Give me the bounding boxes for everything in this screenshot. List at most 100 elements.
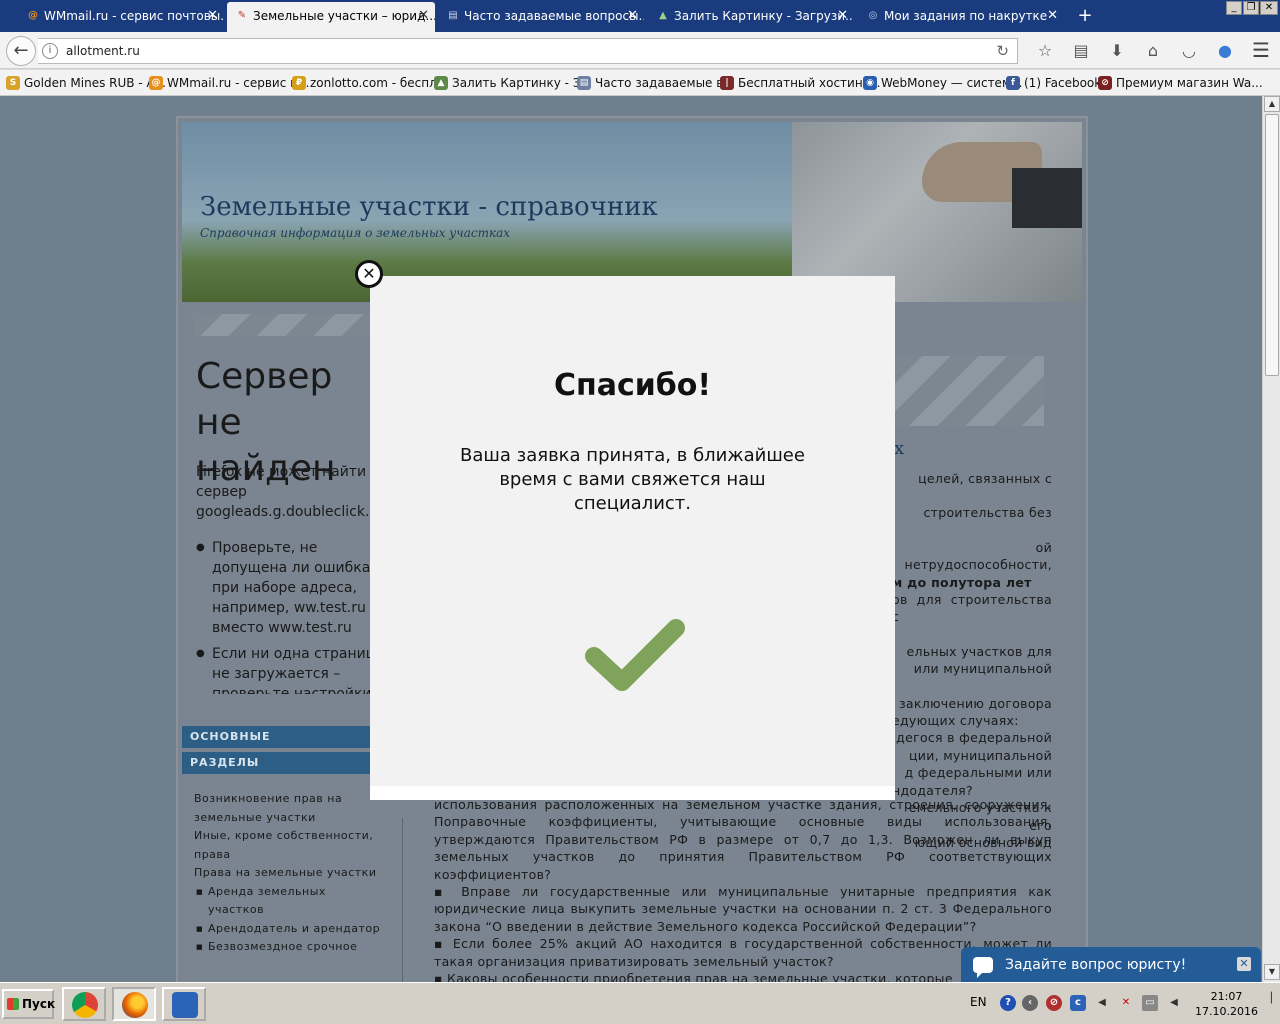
article-line: целей, связанных с	[918, 471, 1052, 486]
scroll-thumb[interactable]	[1265, 114, 1279, 376]
checkmark-icon	[585, 619, 685, 691]
home-icon[interactable]: ⌂	[1138, 38, 1168, 64]
arrow-icon[interactable]: ‹	[1022, 995, 1038, 1011]
bookmark-hosting[interactable]: | Бесплатный хостинг...	[718, 75, 880, 91]
reading-list-icon[interactable]: ▤	[1066, 38, 1096, 64]
taskbar-chrome[interactable]	[62, 987, 106, 1021]
document-icon: ▤	[448, 10, 458, 21]
bookmark-webmoney[interactable]: ◉ WebMoney — систем...	[861, 75, 1022, 91]
url-text[interactable]: allotment.ru	[66, 44, 140, 58]
close-tab-icon[interactable]: ✕	[418, 2, 429, 30]
tab-upload-image[interactable]: ▲ Залить Картинку - Загрузи... ✕	[648, 2, 854, 32]
extension-icon[interactable]: ●	[1210, 38, 1240, 64]
chat-label[interactable]: Задайте вопрос юристу!	[1005, 957, 1186, 973]
close-window-button[interactable]: ✕	[1260, 1, 1278, 15]
vertical-scrollbar[interactable]: ▲ ▼	[1262, 96, 1280, 982]
network-icon[interactable]: ✕	[1118, 995, 1134, 1011]
site-subtitle: Справочная информация о земельных участк…	[200, 226, 511, 240]
antivirus-icon[interactable]: ⊘	[1046, 995, 1062, 1011]
bookmark-faq[interactable]: ▤ Часто задаваемые в...	[575, 75, 735, 91]
article-line: едующих случаях:	[892, 713, 1019, 729]
chat-widget[interactable]: Задайте вопрос юристу! ✕	[961, 947, 1261, 982]
article-heading-link[interactable]: х	[894, 438, 904, 459]
app-tray-icon[interactable]: c	[1070, 995, 1086, 1011]
back-button[interactable]: ←	[6, 36, 36, 66]
scroll-down-arrow[interactable]: ▼	[1264, 964, 1280, 980]
close-tab-icon[interactable]: ✕	[1047, 2, 1058, 30]
star-icon[interactable]: ☆	[1030, 38, 1060, 64]
system-tray: EN ? ‹ ⊘ c ◀ ✕ ▭ ◀ 21:07 17.10.2016 ▕	[960, 987, 1280, 1021]
info-icon[interactable]: i	[42, 43, 58, 59]
minimize-button[interactable]: _	[1226, 1, 1242, 15]
article-line-link[interactable]: м до полутора лет	[892, 574, 1052, 591]
close-tab-icon[interactable]: ✕	[837, 2, 848, 30]
bookmark-facebook[interactable]: f (1) Facebook	[1004, 75, 1101, 91]
start-button[interactable]: Пуск	[2, 989, 55, 1019]
column-divider	[402, 818, 403, 982]
windows-taskbar: Пуск EN ? ‹ ⊘ c ◀ ✕ ▭ ◀ 21:07 17.10.2016…	[0, 982, 1280, 1024]
bookmark-wmmail[interactable]: @ WMmail.ru - сервис п...	[147, 75, 309, 91]
article-line: ции, муниципальной	[909, 747, 1052, 763]
taskbar-app[interactable]	[162, 987, 206, 1021]
hamburger-menu-icon[interactable]: ☰	[1248, 40, 1274, 62]
close-tab-icon[interactable]: ✕	[207, 2, 218, 30]
image-icon: ▲	[659, 10, 667, 21]
url-bar[interactable]: i allotment.ru ↻	[38, 38, 1018, 64]
tab-allotment[interactable]: ✎ Земельные участки – юрид... ✕	[227, 2, 435, 32]
decor-stripe	[894, 356, 1044, 426]
navigation-bar: ← i allotment.ru ↻ ☆ ▤ ⬇ ⌂ ◡ ● ☰	[0, 32, 1280, 69]
language-indicator[interactable]: EN	[970, 995, 987, 1009]
chat-close-icon[interactable]: ✕	[1237, 957, 1251, 971]
download-icon[interactable]: ⬇	[1102, 38, 1132, 64]
sidebar-sublink[interactable]: Арендодатель и арендатор	[194, 920, 384, 939]
article-question-link[interactable]: ▪ Вправе ли государственные или муниципа…	[434, 883, 1052, 935]
chrome-icon	[72, 992, 98, 1018]
sidebar-link[interactable]: Возникновение прав на земельные участки	[194, 790, 384, 827]
taskbar-firefox[interactable]	[112, 987, 156, 1021]
sidebar-heading-sections[interactable]: РАЗДЕЛЫ	[182, 752, 402, 774]
article-body: использования расположенных на земельном…	[434, 796, 1052, 982]
reload-icon[interactable]: ↻	[996, 42, 1009, 60]
speaker-icon[interactable]: ◀	[1166, 995, 1182, 1011]
scroll-up-arrow[interactable]: ▲	[1264, 96, 1280, 112]
tab-label: WMmail.ru - сервис почтовы...	[44, 9, 224, 23]
chat-bubble-icon	[973, 957, 993, 978]
firefox-icon	[122, 992, 148, 1018]
sidebar-links: Возникновение прав на земельные участки …	[194, 790, 384, 957]
volume-icon[interactable]: ◀	[1094, 995, 1110, 1011]
bookmark-label: Golden Mines RUB - A...	[24, 76, 166, 90]
premium-shop-icon: ⊘	[1098, 76, 1112, 90]
modal-close-button[interactable]: ✕	[355, 260, 383, 288]
close-tab-icon[interactable]: ✕	[627, 2, 638, 30]
bookmark-golden-mines[interactable]: S Golden Mines RUB - A...	[4, 75, 166, 91]
sidebar-sublink[interactable]: Аренда земельных участков	[194, 883, 384, 920]
bookmark-zonlotto[interactable]: ₽ zonlotto.com - беспл...	[290, 75, 448, 91]
golden-mines-icon: S	[6, 76, 20, 90]
bookmark-premium-shop[interactable]: ⊘ Премиум магазин Wa...	[1096, 75, 1263, 91]
bookmark-upload-image[interactable]: ▲ Залить Картинку - З...	[432, 75, 592, 91]
article-question-link[interactable]: ▪ Если более 25% акций АО находится в го…	[434, 935, 1052, 970]
tab-tasks[interactable]: ◎ Мои задания по накрутке ✕	[858, 2, 1064, 32]
window-controls: _ ❐ ✕	[1226, 1, 1278, 15]
sidebar-link[interactable]: Иные, кроме собственности, права	[194, 827, 384, 864]
help-icon[interactable]: ?	[1000, 995, 1016, 1011]
bookmark-label: WMmail.ru - сервис п...	[167, 76, 310, 90]
article-question-link[interactable]: ▪ Каковы особенности приобретения прав н…	[434, 970, 1052, 982]
decor-stripe	[194, 314, 374, 336]
tab-label: Мои задания по накрутке	[884, 9, 1048, 23]
pocket-icon[interactable]: ◡	[1174, 38, 1204, 64]
bookmark-label: zonlotto.com - беспл...	[310, 76, 449, 90]
show-desktop-button[interactable]: ▕	[1264, 993, 1278, 1015]
tab-faq[interactable]: ▤ Часто задаваемые вопросы... ✕	[438, 2, 644, 32]
sidebar-sublink[interactable]: Безвозмездное срочное	[194, 938, 384, 957]
article-line: ов для строительства с	[892, 592, 1052, 625]
sidebar-heading-main[interactable]: ОСНОВНЫЕ	[182, 726, 402, 748]
clock[interactable]: 21:07 17.10.2016	[1195, 989, 1258, 1019]
monitor-icon[interactable]: ▭	[1142, 995, 1158, 1011]
restore-button[interactable]: ❐	[1243, 1, 1259, 15]
site-title[interactable]: Земельные участки - справочник	[200, 192, 658, 222]
new-tab-button[interactable]: +	[1073, 2, 1097, 30]
tab-label: Залить Картинку - Загрузи...	[674, 9, 854, 23]
sidebar-link[interactable]: Права на земельные участки	[194, 864, 384, 883]
tab-wmmail[interactable]: @ WMmail.ru - сервис почтовы... ✕	[18, 2, 224, 32]
